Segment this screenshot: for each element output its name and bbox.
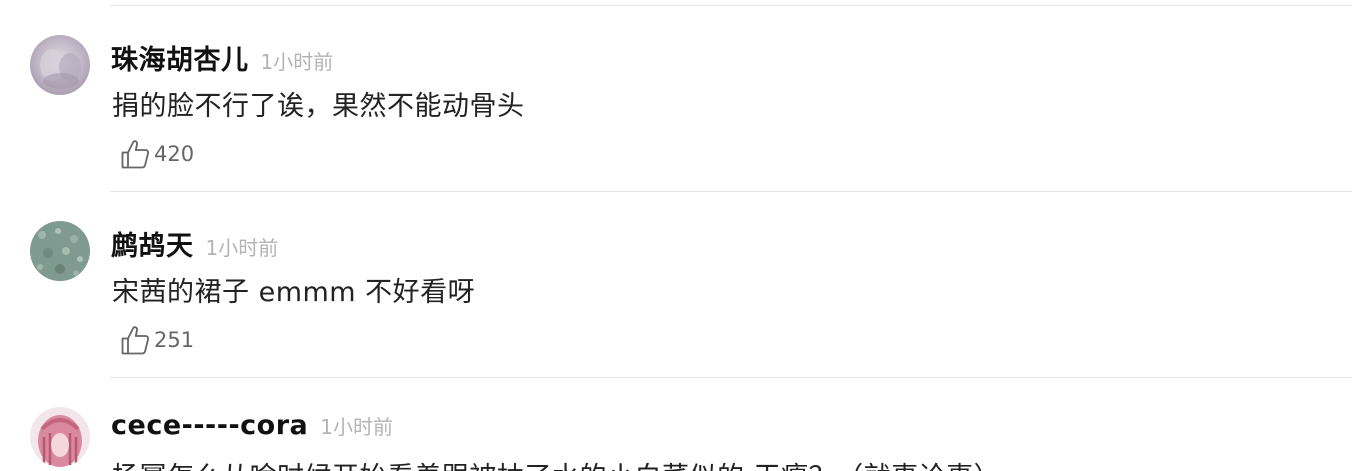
timestamp: 1小时前: [320, 415, 393, 439]
avatar-image: [30, 221, 90, 281]
like-button[interactable]: 420: [120, 138, 194, 170]
like-button[interactable]: 251: [120, 324, 194, 356]
divider: [110, 377, 1352, 378]
like-count: 251: [154, 328, 195, 352]
comment-text: 宋茜的裙子 emmm 不好看呀: [112, 277, 476, 308]
comment-list: 珠海胡杏儿 1小时前 捐的脸不行了诶，果然不能动骨头 420 鹧鸪天 1小时前 …: [0, 0, 1352, 471]
comment-text: 杨幂怎么从啥时候开始看着跟被抽了水的小白菜似的 干瘪？（就事论事）: [112, 455, 1001, 471]
divider: [110, 191, 1352, 192]
avatar-image: [30, 407, 90, 467]
like-count: 420: [154, 142, 195, 166]
thumbs-up-icon: [121, 140, 150, 169]
timestamp: 1小时前: [260, 50, 334, 74]
username[interactable]: 鹧鸪天: [111, 224, 194, 263]
timestamp: 1小时前: [205, 236, 279, 260]
username[interactable]: cece-----cora: [111, 410, 308, 441]
comment-text: 捐的脸不行了诶，果然不能动骨头: [112, 91, 525, 122]
avatar-image: [30, 35, 90, 95]
thumbs-up-icon: [121, 326, 150, 355]
divider: [110, 5, 1352, 6]
avatar[interactable]: [30, 221, 90, 281]
avatar[interactable]: [30, 35, 90, 95]
username[interactable]: 珠海胡杏儿: [111, 38, 249, 77]
avatar[interactable]: [30, 407, 90, 467]
